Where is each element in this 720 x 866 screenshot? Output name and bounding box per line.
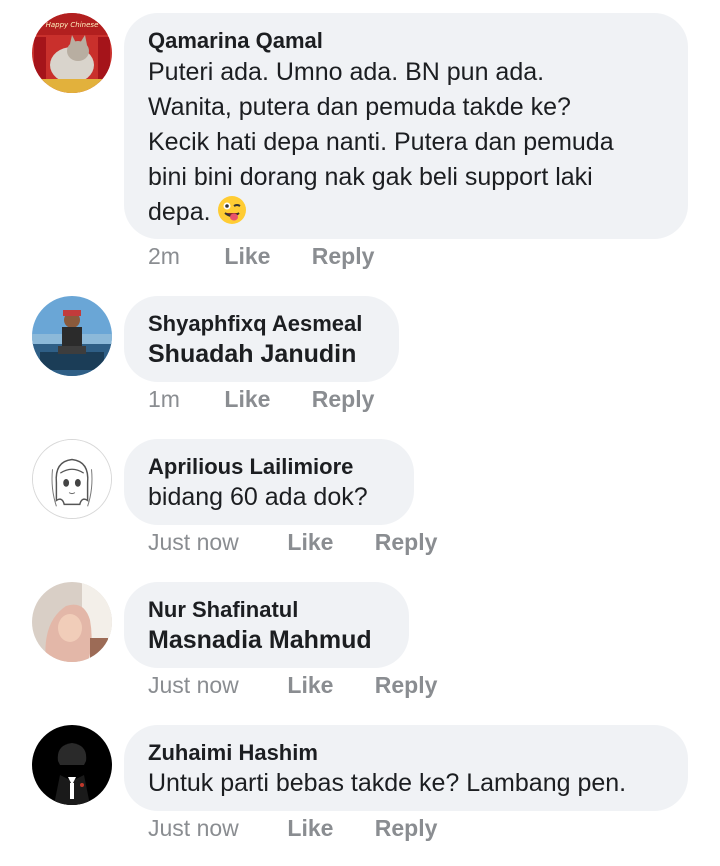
comment-timestamp[interactable]: 1m [148, 386, 218, 413]
comment-author[interactable]: Shyaphfixq Aesmeal [148, 310, 375, 338]
comment-text-last: depa. [148, 198, 211, 226]
comment-timestamp[interactable]: Just now [148, 815, 281, 842]
comment-author[interactable]: Qamarina Qamal [148, 27, 664, 55]
comment-text: bidang 60 ada dok? [148, 483, 368, 511]
tagged-user-link[interactable]: Masnadia Mahmud [148, 624, 385, 656]
avatar[interactable] [32, 725, 112, 805]
avatar-caption: Happy Chinese [46, 21, 99, 29]
comment-text-line: Kecik hati depa nanti. Putera dan pemuda [148, 128, 614, 156]
comment-bubble: Shyaphfixq Aesmeal Shuadah Janudin [124, 296, 399, 382]
comment-actions: Just now Like Reply [148, 529, 437, 556]
comment-actions: Just now Like Reply [148, 672, 437, 699]
like-button[interactable]: Like [224, 386, 305, 413]
comment-text-line: Wanita, putera dan pemuda takde ke? [148, 93, 571, 121]
reply-button[interactable]: Reply [312, 386, 375, 413]
like-button[interactable]: Like [287, 529, 368, 556]
comment-bubble: Qamarina Qamal Puteri ada. Umno ada. BN … [124, 13, 688, 239]
comment-actions: 2m Like Reply [148, 243, 374, 270]
reply-button[interactable]: Reply [312, 243, 375, 270]
comment-text: Untuk parti bebas takde ke? Lambang pen. [148, 769, 627, 797]
comment-bubble: Zuhaimi Hashim Untuk parti bebas takde k… [124, 725, 688, 811]
like-button[interactable]: Like [287, 815, 368, 842]
avatar[interactable] [32, 296, 112, 376]
avatar[interactable] [32, 582, 112, 662]
reply-button[interactable]: Reply [375, 815, 438, 842]
avatar[interactable]: Happy Chinese [32, 13, 112, 93]
comment-author[interactable]: Nur Shafinatul [148, 596, 385, 624]
comment-timestamp[interactable]: 2m [148, 243, 218, 270]
reply-button[interactable]: Reply [375, 672, 438, 699]
comment-actions: Just now Like Reply [148, 815, 437, 842]
winking-face-with-tongue-icon [217, 195, 247, 225]
comment-author[interactable]: Aprilious Lailimiore [148, 453, 390, 481]
tagged-user-link[interactable]: Shuadah Janudin [148, 338, 375, 370]
like-button[interactable]: Like [287, 672, 368, 699]
avatar[interactable] [32, 439, 112, 519]
comment-author[interactable]: Zuhaimi Hashim [148, 739, 664, 767]
comment-timestamp[interactable]: Just now [148, 672, 281, 699]
comment-text-line: Puteri ada. Umno ada. BN pun ada. [148, 58, 545, 86]
comment-actions: 1m Like Reply [148, 386, 374, 413]
comment-timestamp[interactable]: Just now [148, 529, 281, 556]
comment-text-line: bini bini dorang nak gak beli support la… [148, 163, 593, 191]
like-button[interactable]: Like [224, 243, 305, 270]
reply-button[interactable]: Reply [375, 529, 438, 556]
comment-bubble: Aprilious Lailimiore bidang 60 ada dok? [124, 439, 414, 525]
comment-text-line: depa. [148, 195, 664, 230]
comment-bubble: Nur Shafinatul Masnadia Mahmud [124, 582, 409, 668]
